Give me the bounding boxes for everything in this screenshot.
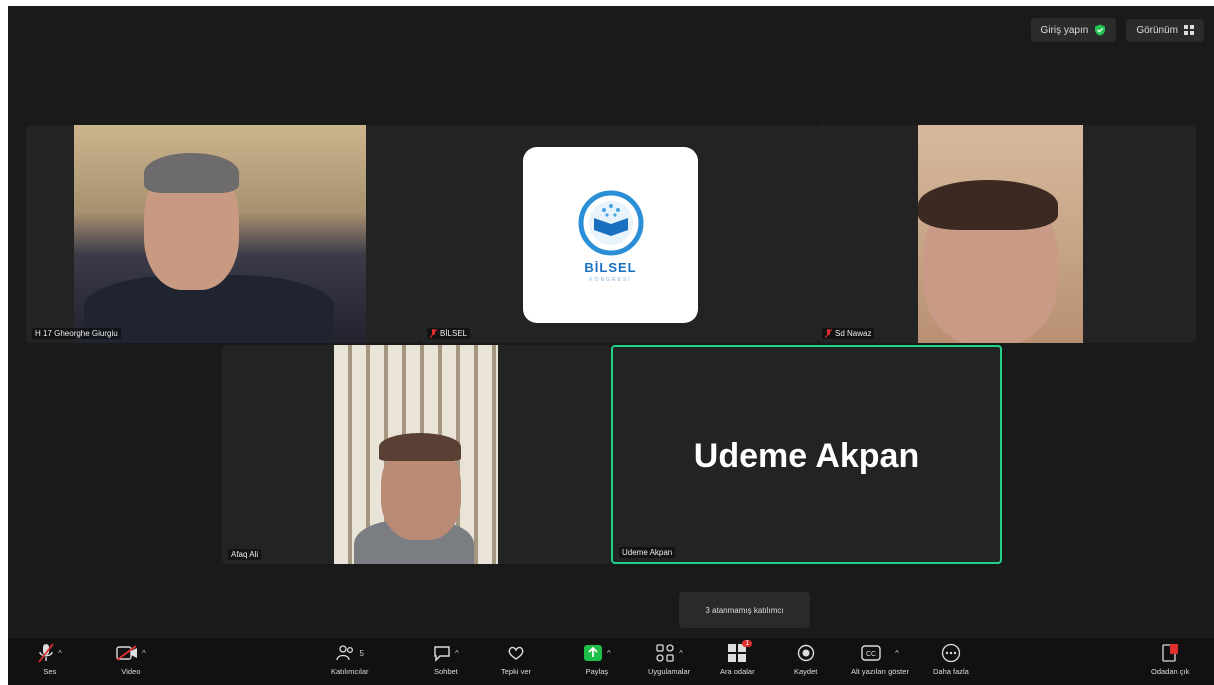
shield-check-icon [1095, 24, 1106, 36]
participant-video-1 [74, 125, 366, 343]
participant-name-2: BİLSEL [427, 328, 471, 339]
grid-view-icon [1184, 25, 1194, 35]
participant-tile-1[interactable]: H 17 Gheorghe Giurgiu [26, 125, 421, 343]
mic-muted-icon [825, 329, 832, 338]
signin-button[interactable]: Giriş yapın [1030, 18, 1117, 42]
meeting-window: Giriş yapın Görünüm H 17 Gheorghe Giurgi… [8, 6, 1214, 685]
react-button[interactable]: Tepki ver [501, 642, 531, 676]
chat-options-caret[interactable]: ^ [455, 649, 459, 658]
chat-button[interactable]: ^ Sohbet [433, 642, 459, 676]
view-label: Görünüm [1136, 24, 1178, 36]
mic-muted-icon [430, 329, 437, 338]
participant-name-1: H 17 Gheorghe Giurgiu [32, 328, 121, 339]
svg-text:CC: CC [866, 651, 876, 658]
record-button[interactable]: Kaydet [794, 642, 817, 676]
chat-icon [434, 646, 450, 662]
heart-icon [508, 646, 524, 660]
share-options-caret[interactable]: ^ [607, 649, 611, 658]
record-icon [797, 644, 814, 662]
video-options-caret[interactable]: ^ [142, 649, 146, 658]
audio-button[interactable]: ^ Ses [38, 642, 62, 676]
logo-subtitle: KONGRESİ [589, 276, 632, 283]
bilsel-logo: BİLSEL KONGRESİ [523, 147, 698, 323]
participant-video-4 [334, 345, 498, 564]
unassigned-participants-tooltip: 3 atanmamış katılımcı [679, 592, 810, 628]
breakout-rooms-button[interactable]: 1 Ara odalar [720, 640, 755, 676]
captions-options-caret[interactable]: ^ [895, 649, 899, 658]
meeting-toolbar: ^ Ses ^ Video 5 Katılımcılar ^ Sohbet Te… [8, 638, 1214, 685]
view-button[interactable]: Görünüm [1126, 18, 1204, 42]
more-icon [941, 643, 961, 663]
participants-button[interactable]: 5 Katılımcılar [331, 642, 369, 676]
top-bar: Giriş yapın Görünüm [1030, 18, 1204, 42]
audio-options-caret[interactable]: ^ [58, 649, 62, 658]
share-screen-icon [584, 645, 602, 661]
participants-icon [335, 645, 353, 661]
signin-label: Giriş yapın [1040, 24, 1089, 36]
leave-icon [1162, 644, 1179, 662]
captions-icon: CC [861, 645, 881, 661]
participant-tile-5[interactable]: Udeme Akpan Udeme Akpan [611, 345, 1002, 564]
participant-name-3: Sd Nawaz [822, 328, 875, 339]
participant-tile-3[interactable]: Sd Nawaz [818, 125, 1196, 343]
apps-icon [656, 644, 674, 662]
logo-title: BİLSEL [584, 259, 637, 275]
participant-name-4: Afaq Ali [228, 549, 262, 560]
more-button[interactable]: Daha fazla [933, 642, 969, 676]
participant-name-5: Udeme Akpan [619, 547, 676, 558]
video-button[interactable]: ^ Video [116, 642, 146, 676]
participant-display-name: Udeme Akpan [693, 437, 920, 475]
apps-options-caret[interactable]: ^ [679, 649, 683, 658]
mic-muted-icon [38, 643, 54, 663]
video-off-icon [116, 645, 137, 661]
bilsel-emblem-icon [578, 190, 643, 255]
share-button[interactable]: ^ Paylaş [583, 642, 611, 676]
leave-button[interactable]: Odadan çık [1151, 642, 1189, 676]
captions-button[interactable]: CC ^ Alt yazıları göster [851, 642, 909, 676]
participant-tile-4[interactable]: Afaq Ali [222, 345, 611, 564]
breakout-badge: 1 [742, 640, 753, 647]
apps-button[interactable]: ^ Uygulamalar [648, 642, 690, 676]
participant-video-3 [918, 125, 1083, 343]
